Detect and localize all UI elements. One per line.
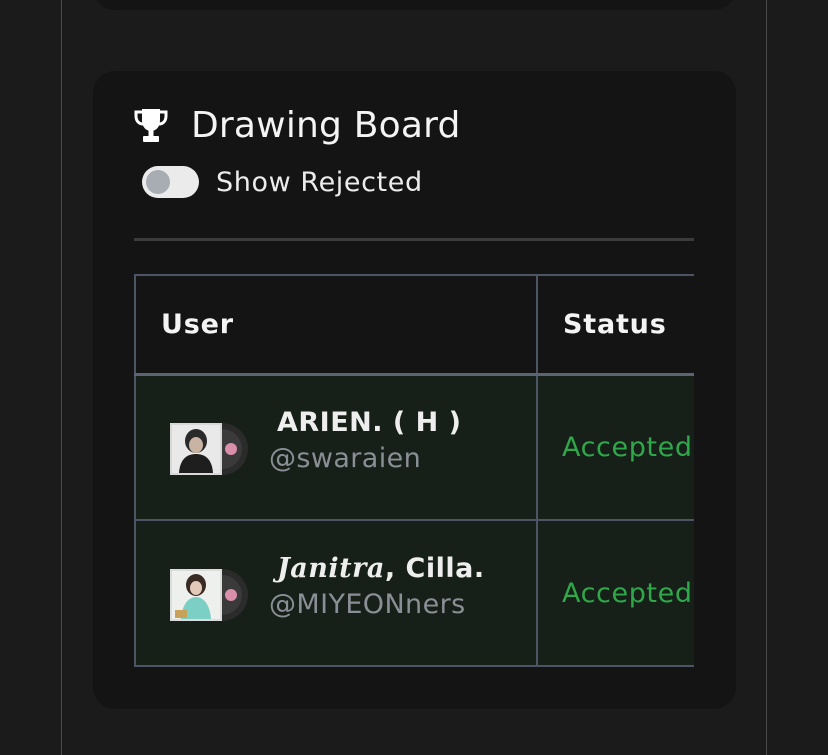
user-handle: @swaraien (269, 443, 422, 475)
column-header-status: Status (536, 274, 694, 376)
submissions-table-wrap[interactable]: User Status ARIEN. (H) @swaraien Accep… (134, 274, 694, 667)
user-display-name: Janitra, Cilla. (269, 551, 485, 587)
previous-card (93, 0, 736, 10)
status-accepted: Accepted (562, 431, 693, 463)
show-rejected-toggle[interactable] (142, 166, 199, 198)
user-cell: Janitra, Cilla. @MIYEONners (134, 519, 538, 667)
layout-border-right (766, 0, 767, 755)
table-row[interactable]: ARIEN. ( H ) @swaraien Accepted (134, 373, 694, 521)
status-cell: Accepted (536, 519, 694, 667)
user-avatar-album-icon[interactable] (167, 420, 251, 478)
layout-border-left (61, 0, 62, 755)
user-cell: ARIEN. ( H ) @swaraien (134, 373, 538, 521)
table-row[interactable]: Janitra, Cilla. @MIYEONners Accepted (134, 519, 694, 667)
column-header-user: User (134, 274, 538, 376)
user-display-name-fancy: Janitra (277, 553, 385, 584)
show-rejected-row: Show Rejected (142, 166, 423, 198)
trophy-icon (134, 109, 168, 142)
drawing-board-card: Drawing Board Show Rejected User Status (93, 71, 736, 709)
user-display-name: ARIEN. ( H ) (277, 407, 462, 439)
status-accepted: Accepted (562, 577, 693, 609)
page: Drawing Board Show Rejected User Status (0, 0, 828, 755)
toggle-knob (146, 170, 170, 194)
submissions-table: User Status ARIEN. (H) @swaraien Accep… (134, 274, 694, 667)
status-cell: Accepted (536, 373, 694, 521)
card-title: Drawing Board (191, 105, 461, 146)
user-handle: @MIYEONners (269, 589, 466, 620)
show-rejected-label: Show Rejected (216, 166, 423, 198)
divider (134, 238, 694, 241)
user-avatar-album-icon[interactable] (167, 566, 251, 624)
card-header: Drawing Board (133, 104, 461, 148)
user-display-name-rest: , Cilla. (384, 553, 485, 584)
table-header-row: User Status (134, 274, 694, 376)
